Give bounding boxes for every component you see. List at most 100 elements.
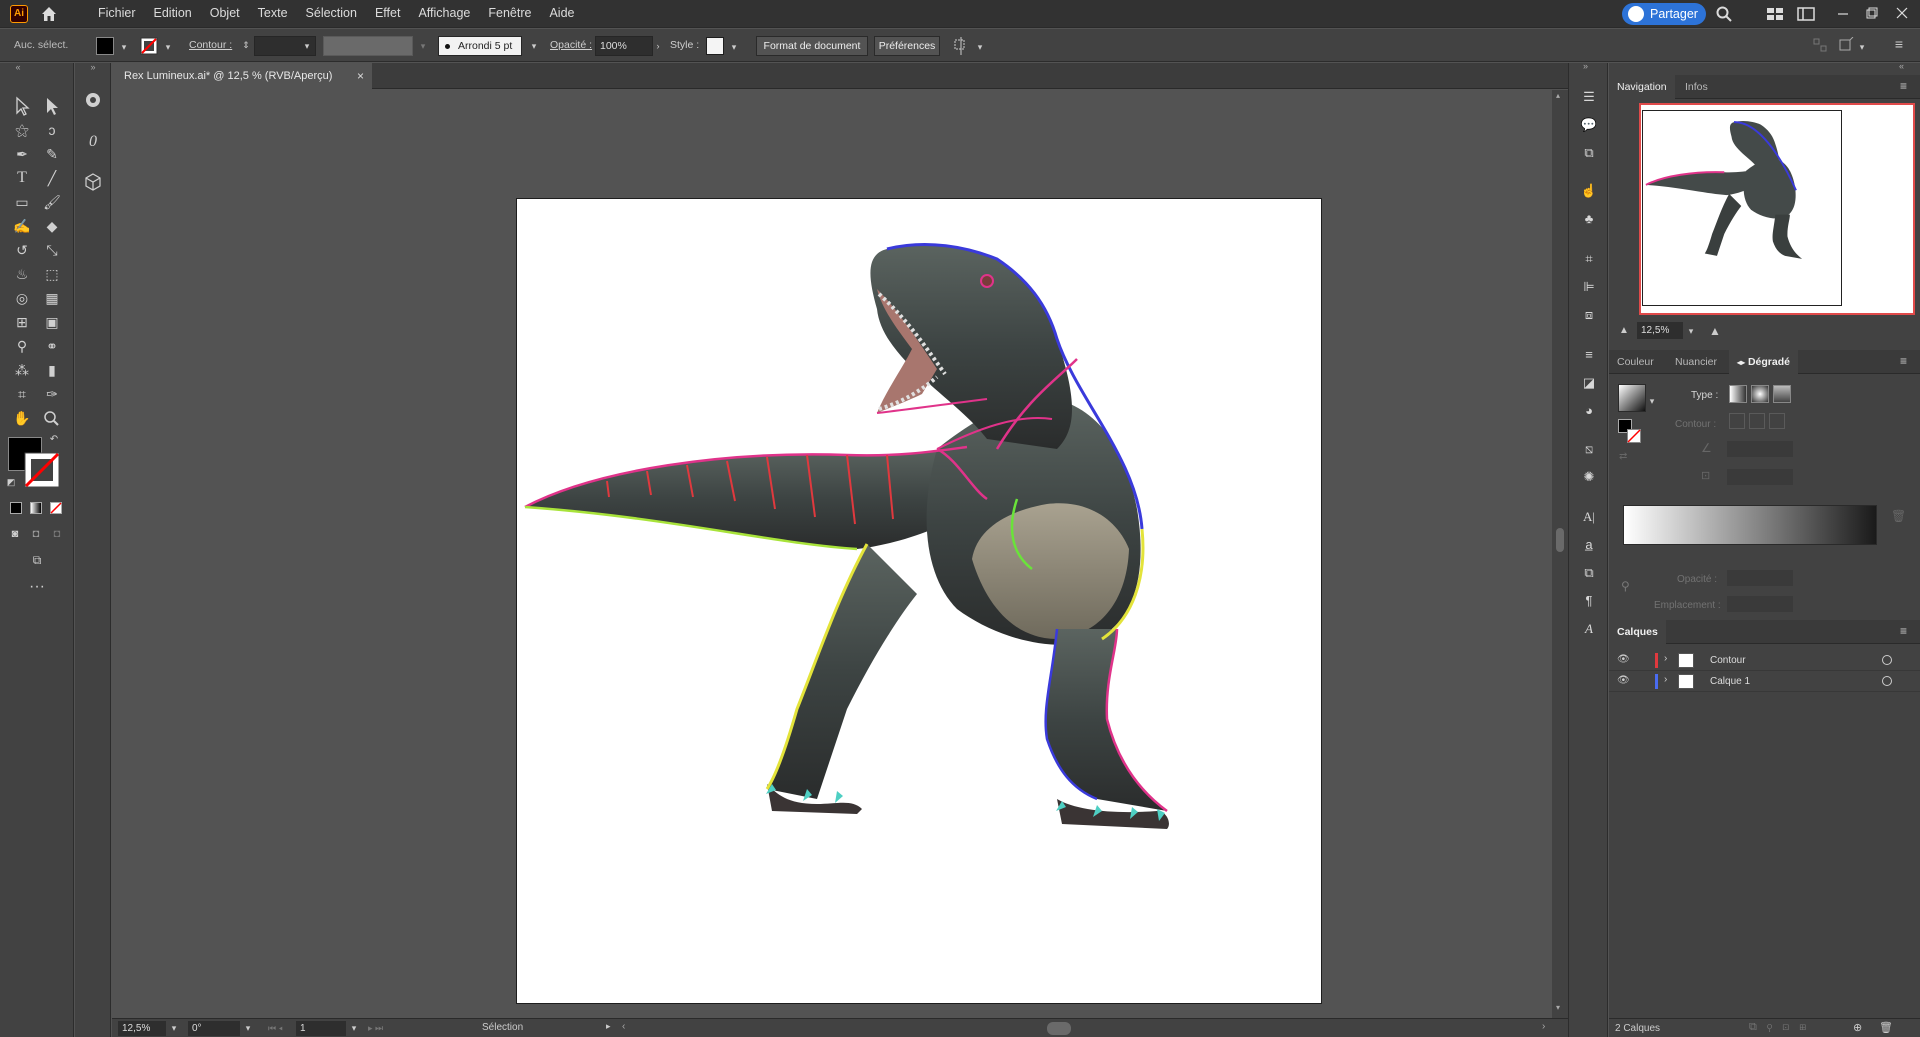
collapse-toolbar-icon[interactable]: « (6, 61, 30, 73)
rectangle-tool-icon[interactable]: ▭ (10, 191, 34, 213)
menu-aide[interactable]: Aide (540, 0, 583, 28)
canvas-area[interactable] (112, 90, 1552, 1018)
transform-panel-icon[interactable]: ⌗ (1579, 249, 1599, 269)
graphic-styles-icon[interactable]: ✺ (1579, 467, 1599, 487)
properties-icon[interactable]: ☰ (1579, 87, 1599, 107)
tab-infos[interactable]: Infos (1677, 75, 1716, 99)
menu-texte[interactable]: Texte (249, 0, 297, 28)
3d-object-icon[interactable] (81, 171, 105, 193)
align-options-icon[interactable] (952, 37, 970, 55)
style-dropdown-icon[interactable]: ▾ (728, 41, 740, 53)
scroll-left-icon[interactable]: ‹ (622, 1021, 625, 1032)
scroll-up-icon[interactable]: ▴ (1556, 92, 1564, 100)
stroke-label[interactable]: Contour : (189, 39, 232, 51)
appearance-icon[interactable]: ⧅ (1579, 439, 1599, 459)
arrange-icon[interactable] (1812, 37, 1828, 53)
width-tool-icon[interactable]: 0 (81, 131, 105, 153)
draw-normal-icon[interactable]: ◙ (6, 526, 24, 542)
control-bar-menu-icon[interactable]: ≡ (1893, 37, 1905, 51)
symbols-icon[interactable]: ♣ (1579, 209, 1599, 229)
stroke-weight-stepper-icon[interactable]: ⇕ (240, 39, 252, 51)
navigator-preview[interactable] (1639, 103, 1915, 315)
eraser-tool-icon[interactable]: ◆ (40, 215, 64, 237)
menu-selection[interactable]: Sélection (297, 0, 366, 28)
align-panel-icon[interactable]: ⊫ (1579, 277, 1599, 297)
zoom-field[interactable]: 12,5% (118, 1021, 166, 1036)
gradient-slider[interactable] (1623, 505, 1877, 545)
mesh-tool-icon[interactable]: ⊞ (10, 311, 34, 333)
tab-nuancier[interactable]: Nuancier (1667, 350, 1725, 374)
layer-target-icon[interactable] (1882, 676, 1892, 686)
variable-width-dropdown-icon[interactable]: ▾ (417, 40, 429, 52)
gradient-preset-dropdown-icon[interactable]: ▾ (1646, 395, 1658, 407)
vertical-scrollbar[interactable]: ▴ ▾ (1552, 90, 1568, 1018)
fill-dropdown-icon[interactable]: ▾ (118, 41, 130, 53)
radial-gradient-button[interactable] (1751, 385, 1769, 403)
artboard-field[interactable]: 1 (296, 1021, 346, 1036)
artboard-tool-icon[interactable]: ⌗ (10, 383, 34, 405)
layer-visibility-eye-icon[interactable]: 👁 (1617, 654, 1630, 665)
blend-tool-icon[interactable]: ⚭ (40, 335, 64, 357)
menu-fichier[interactable]: Fichier (89, 0, 145, 28)
close-tab-icon[interactable]: × (357, 63, 364, 89)
artboard[interactable] (516, 198, 1322, 1004)
layer-row-contour[interactable]: 👁 › Contour (1609, 650, 1920, 671)
zoom-tool-icon[interactable] (40, 407, 64, 429)
navigator-zoom-dropdown-icon[interactable]: ▾ (1685, 325, 1697, 337)
status-menu-icon[interactable]: ▸ (606, 1021, 611, 1032)
zoom-dropdown-icon[interactable]: ▾ (168, 1022, 180, 1034)
symbol-sprayer-tool-icon[interactable]: ⁂ (10, 359, 34, 381)
document-tab[interactable]: Rex Lumineux.ai* @ 12,5 % (RVB/Aperçu) × (112, 63, 372, 89)
warp-tool-icon[interactable]: ♨ (10, 263, 34, 285)
horizontal-scroll-thumb[interactable] (1047, 1022, 1071, 1035)
line-tool-icon[interactable]: ╱ (40, 167, 64, 189)
stroke-dropdown-icon[interactable]: ▾ (162, 41, 174, 53)
scroll-down-icon[interactable]: ▾ (1556, 1004, 1564, 1012)
stroke-color-swatch[interactable] (24, 452, 60, 488)
character-styles-icon[interactable]: a̲ (1579, 535, 1599, 555)
opacity-field[interactable]: 100% (595, 36, 653, 56)
zoom-out-icon[interactable]: ▲ (1619, 325, 1629, 336)
minimize-icon[interactable] (1833, 4, 1853, 22)
screen-mode-icon[interactable]: ⧉ (24, 549, 50, 571)
vertical-scroll-thumb[interactable] (1556, 528, 1564, 552)
slice-tool-icon[interactable]: ✑ (40, 383, 64, 405)
stroke-panel-icon[interactable]: ≡ (1579, 345, 1599, 365)
gradient-menu-icon[interactable]: ≡ (1900, 355, 1912, 367)
opacity-arrow-icon[interactable]: › (652, 40, 664, 52)
pen-tool-icon[interactable]: ✒ (10, 143, 34, 165)
delete-layer-icon[interactable]: 🗑 (1879, 1021, 1893, 1034)
tab-navigation[interactable]: Navigation (1609, 75, 1675, 99)
freeform-gradient-button[interactable] (1773, 385, 1791, 403)
rotation-dropdown-icon[interactable]: ▾ (242, 1022, 254, 1034)
artboard-dropdown-icon[interactable]: ▾ (348, 1022, 360, 1034)
character-icon[interactable]: A| (1579, 507, 1599, 527)
edit-toolbar-icon[interactable]: ··· (24, 579, 50, 601)
type-tool-icon[interactable]: T (10, 167, 34, 189)
layers-menu-icon[interactable]: ≡ (1900, 625, 1912, 637)
stroke-none-swatch[interactable] (140, 37, 158, 55)
collapse-secondary-icon[interactable]: » (81, 61, 105, 73)
curvature-tool-icon[interactable]: ✎ (40, 143, 64, 165)
rotation-field[interactable]: 0° (188, 1021, 240, 1036)
shape-builder-tool-icon[interactable]: ◎ (10, 287, 34, 309)
tab-degrade[interactable]: ◂▸ Dégradé (1729, 350, 1798, 374)
graphic-style-swatch[interactable] (706, 37, 724, 55)
perspective-grid-tool-icon[interactable]: ▦ (40, 287, 64, 309)
paintbrush-tool-icon[interactable]: 🖌 (40, 191, 64, 213)
navigation-menu-icon[interactable]: ≡ (1900, 80, 1912, 92)
home-icon[interactable] (40, 5, 58, 23)
layer-name[interactable]: Contour (1710, 655, 1746, 666)
menu-edition[interactable]: Edition (145, 0, 201, 28)
rotate-tool-icon[interactable]: ↺ (10, 239, 34, 261)
gradient-tool-icon[interactable]: ▣ (40, 311, 64, 333)
paragraph-icon[interactable]: ¶ (1579, 591, 1599, 611)
magic-wand-tool-icon[interactable]: ⚝ (10, 119, 34, 141)
swap-fill-stroke-icon[interactable]: ↶ (47, 433, 61, 447)
opentype-icon[interactable]: A (1579, 619, 1599, 639)
trex-artwork[interactable] (517, 199, 1322, 1004)
tab-calques[interactable]: Calques (1609, 620, 1666, 644)
workspace-switcher-icon[interactable] (1766, 6, 1784, 22)
linear-gradient-button[interactable] (1729, 385, 1747, 403)
none-mode-icon[interactable] (50, 502, 62, 514)
